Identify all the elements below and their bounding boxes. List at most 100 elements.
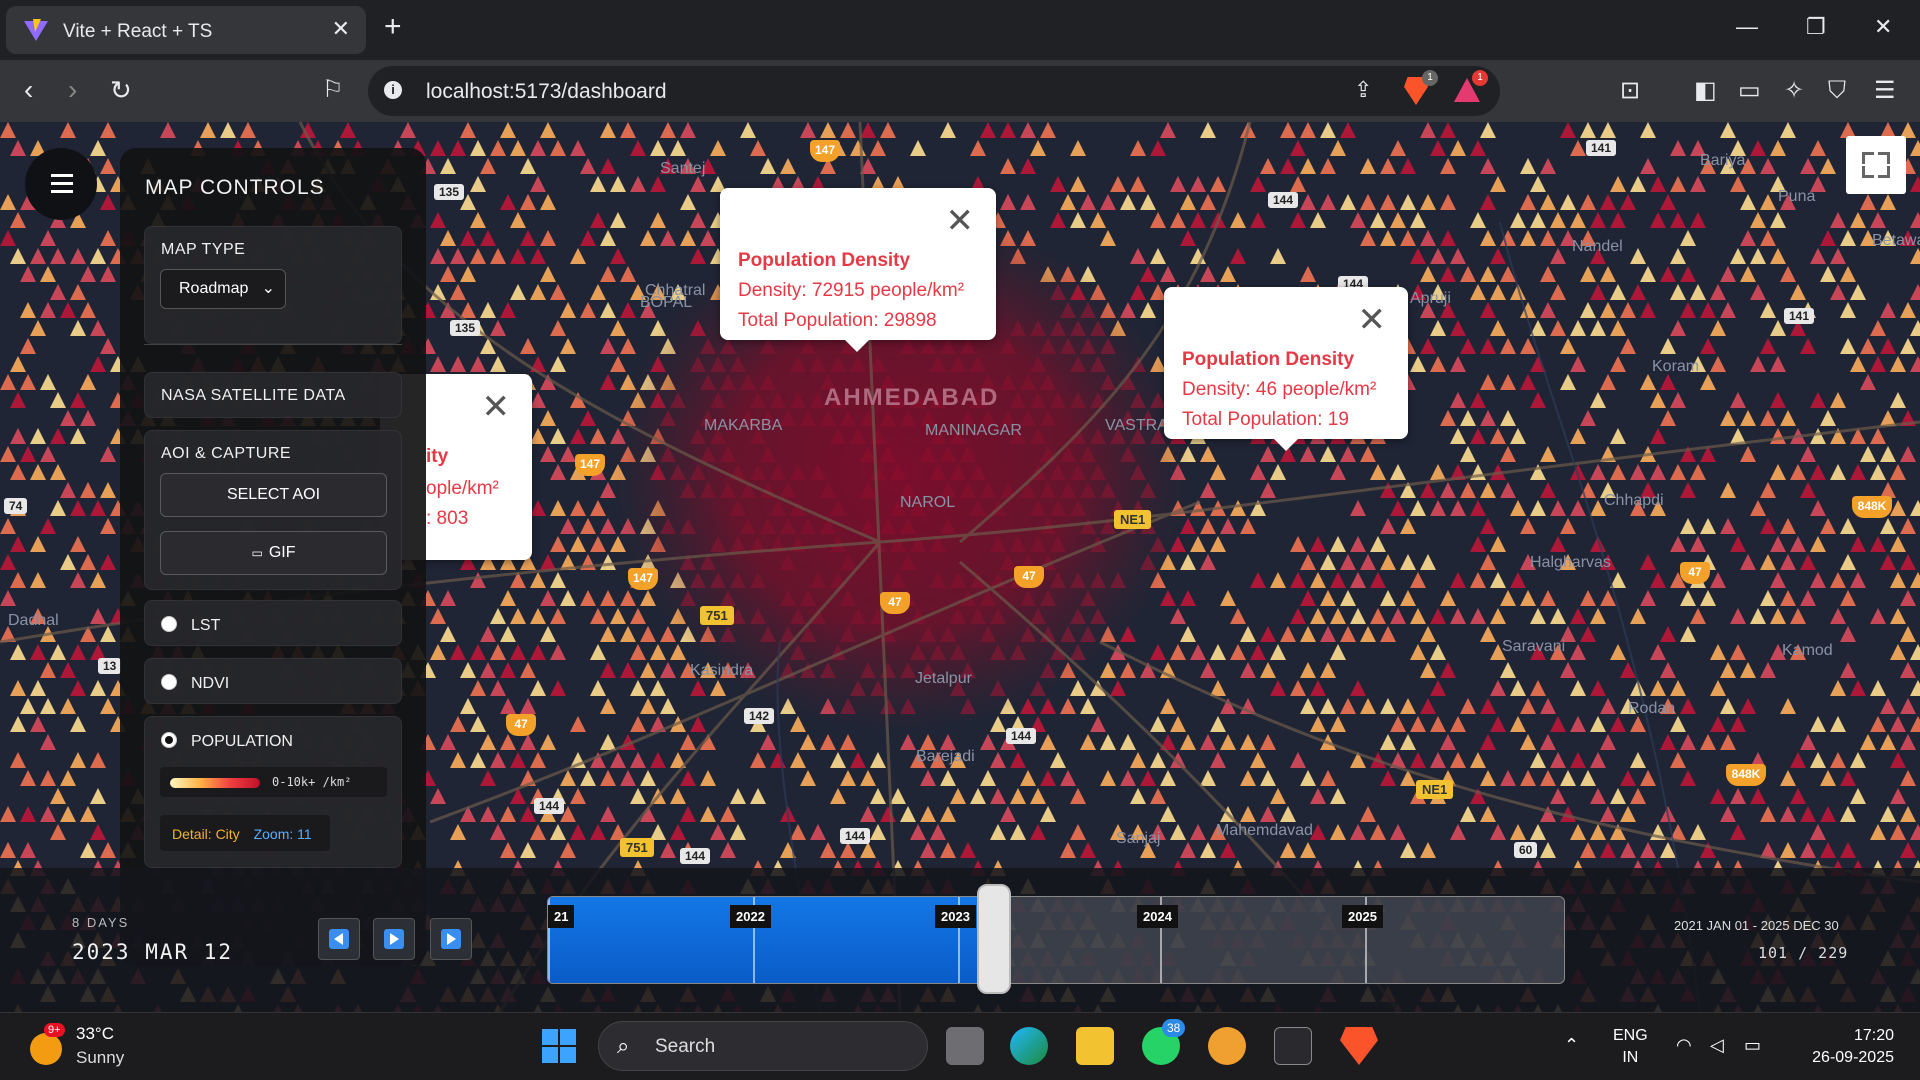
- tray-chevron-icon[interactable]: ⌃: [1564, 1035, 1579, 1056]
- density-triangle: [1360, 626, 1376, 642]
- gif-button[interactable]: ▭ GIF: [160, 531, 387, 575]
- density-triangle: [600, 518, 616, 534]
- lst-radio[interactable]: [161, 616, 177, 632]
- density-triangle: [1210, 752, 1226, 768]
- sidebar-icon[interactable]: ◧: [1694, 78, 1717, 104]
- popup-density-east[interactable]: ✕ Population Density Density: 46 people/…: [1164, 287, 1408, 451]
- density-triangle: [1090, 716, 1106, 732]
- close-window-icon[interactable]: ✕: [1874, 14, 1892, 40]
- address-bar[interactable]: i localhost:5173/dashboard ⇪ 1 1: [368, 66, 1500, 116]
- close-icon[interactable]: ✕: [482, 390, 511, 424]
- system-clock[interactable]: 17:20 26-09-2025: [1796, 1025, 1894, 1069]
- tab-close-icon[interactable]: ✕: [332, 16, 350, 42]
- layer-ndvi[interactable]: NDVI: [144, 658, 402, 704]
- share-icon[interactable]: ⇪: [1354, 77, 1372, 103]
- density-triangle: [1740, 410, 1756, 426]
- rewards-badge: 1: [1472, 70, 1488, 86]
- medal-app-icon[interactable]: [1208, 1027, 1246, 1065]
- density-triangle: [550, 824, 566, 840]
- battery-icon[interactable]: ▭: [1744, 1035, 1761, 1056]
- volume-icon[interactable]: ◁: [1710, 1035, 1724, 1056]
- density-triangle: [1200, 446, 1216, 462]
- density-triangle: [1910, 248, 1920, 264]
- taskbar-search[interactable]: ⌕ Search: [598, 1021, 928, 1071]
- menu-toggle-button[interactable]: [25, 148, 97, 220]
- density-triangle: [1160, 266, 1176, 282]
- language-indicator[interactable]: ENG IN: [1613, 1025, 1648, 1069]
- weather-badge: 9+: [44, 1023, 65, 1037]
- density-triangle: [1750, 608, 1766, 624]
- density-triangle: [1160, 122, 1176, 138]
- density-triangle: [1580, 770, 1596, 786]
- density-triangle: [1550, 320, 1566, 336]
- bookmark-icon[interactable]: ⚐: [322, 74, 344, 106]
- forward-icon[interactable]: ›: [68, 74, 77, 106]
- density-triangle: [1350, 824, 1366, 840]
- map-type-select[interactable]: Roadmap ⌄: [160, 269, 286, 309]
- weather-icon[interactable]: [30, 1033, 62, 1065]
- population-radio[interactable]: [161, 732, 177, 748]
- density-triangle: [1810, 248, 1826, 264]
- density-triangle: [1800, 806, 1816, 822]
- density-triangle: [1230, 212, 1246, 228]
- menu-icon[interactable]: ☰: [1874, 78, 1896, 104]
- windows-start-icon[interactable]: [540, 1027, 578, 1065]
- density-triangle: [1770, 356, 1786, 372]
- restore-icon[interactable]: ❐: [1806, 14, 1826, 40]
- density-triangle: [600, 554, 616, 570]
- select-aoi-button[interactable]: SELECT AOI: [160, 473, 387, 517]
- leo-ai-icon[interactable]: ✧: [1784, 78, 1804, 104]
- camera-icon: ▭: [251, 546, 263, 560]
- ndvi-radio[interactable]: [161, 674, 177, 690]
- minimize-icon[interactable]: —: [1736, 14, 1758, 40]
- density-triangle: [1480, 122, 1496, 138]
- reader-icon[interactable]: ⊡: [1620, 78, 1640, 104]
- density-triangle: [1600, 842, 1616, 858]
- density-triangle: [1830, 464, 1846, 480]
- density-triangle: [1380, 194, 1396, 210]
- density-triangle: [640, 770, 656, 786]
- task-view-icon[interactable]: [946, 1027, 984, 1065]
- back-icon[interactable]: ‹: [24, 74, 33, 106]
- density-triangle: [1270, 572, 1286, 588]
- vpn-icon[interactable]: ⛉: [1828, 78, 1846, 104]
- url-text[interactable]: localhost:5173/dashboard: [426, 80, 667, 104]
- fullscreen-button[interactable]: [1846, 136, 1906, 194]
- close-icon[interactable]: ✕: [946, 204, 975, 238]
- layer-population[interactable]: POPULATION 0-10k+ /km² Detail: City Zoom…: [144, 716, 402, 868]
- reload-icon[interactable]: ↻: [110, 74, 132, 106]
- wallet-icon[interactable]: ▭: [1738, 78, 1761, 104]
- map-label-mahemdavad: Mahemdavad: [1216, 822, 1313, 839]
- tab-vite[interactable]: Vite + React + TS ✕: [6, 6, 366, 54]
- density-triangle: [1270, 248, 1286, 264]
- file-explorer-icon[interactable]: [1076, 1027, 1114, 1065]
- nasa-section[interactable]: NASA SATELLITE DATA: [144, 372, 402, 418]
- new-tab-icon[interactable]: +: [384, 12, 402, 42]
- previous-button[interactable]: [318, 918, 360, 960]
- density-triangle: [450, 248, 466, 264]
- density-triangle: [440, 158, 456, 174]
- timeline-track[interactable]: 21 2022 2023 2024 2025: [547, 896, 1565, 984]
- play-button[interactable]: [373, 918, 415, 960]
- density-triangle: [890, 788, 906, 804]
- density-triangle: [480, 662, 496, 678]
- popup-density-center[interactable]: ✕ Population Density Density: 72915 peop…: [720, 188, 996, 352]
- next-button[interactable]: [430, 918, 472, 960]
- temperature[interactable]: 33°C: [76, 1024, 114, 1044]
- density-triangle: [1640, 590, 1656, 606]
- wifi-icon[interactable]: ◠: [1676, 1035, 1692, 1056]
- density-triangle: [1170, 212, 1186, 228]
- brave-taskbar-icon[interactable]: [1340, 1027, 1378, 1065]
- timeline-handle[interactable]: [977, 884, 1011, 994]
- density-triangle: [1560, 374, 1576, 390]
- density-triangle: [70, 284, 86, 300]
- site-info-icon[interactable]: i: [384, 81, 402, 99]
- edge-icon[interactable]: [1010, 1027, 1048, 1065]
- app-icon[interactable]: [1274, 1027, 1312, 1065]
- close-icon[interactable]: ✕: [1358, 303, 1387, 337]
- density-triangle: [40, 230, 56, 246]
- weather-condition[interactable]: Sunny: [76, 1048, 124, 1068]
- density-triangle: [670, 788, 686, 804]
- density-triangle: [1880, 518, 1896, 534]
- layer-lst[interactable]: LST: [144, 600, 402, 646]
